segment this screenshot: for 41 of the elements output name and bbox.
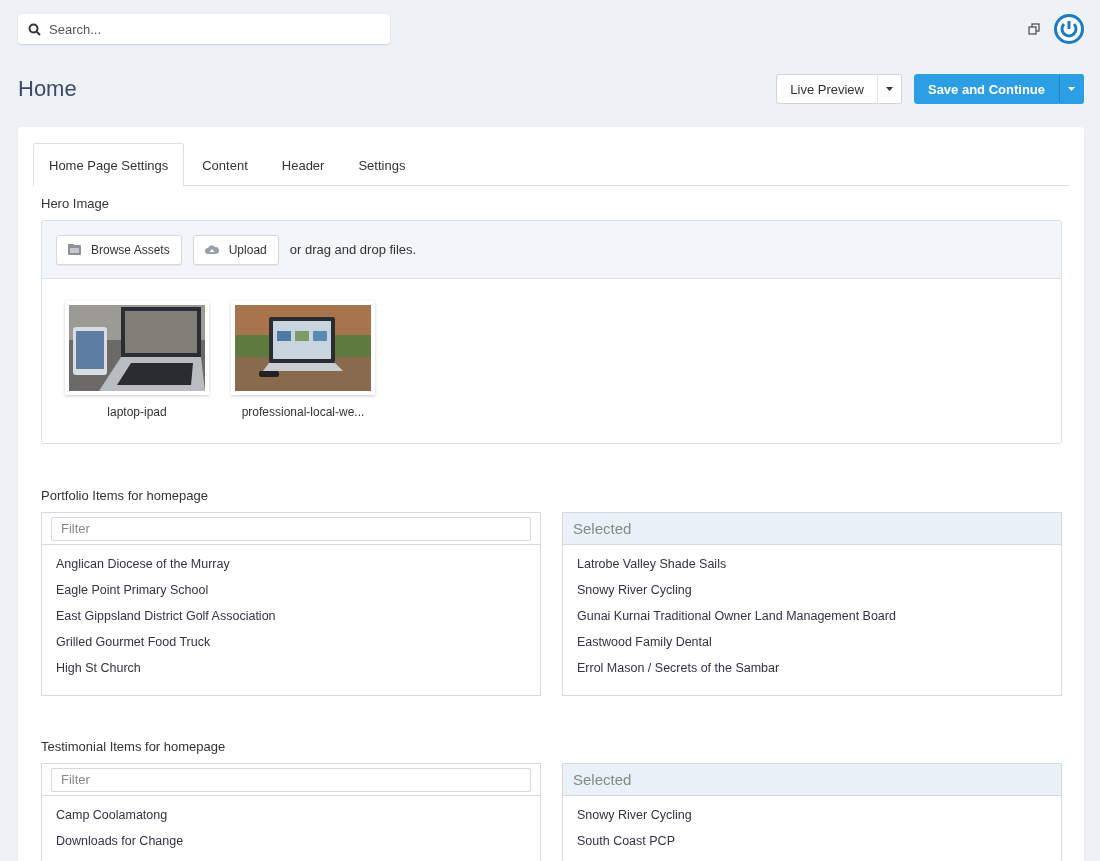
list-item[interactable]: Eastwood Family Dental — [563, 634, 1061, 660]
cloud-upload-icon — [204, 244, 219, 255]
list-item[interactable]: High St Church — [42, 660, 540, 686]
list-item[interactable]: Snowy River Cycling — [563, 582, 1061, 608]
power-icon[interactable] — [1054, 14, 1084, 44]
list-item[interactable]: Camp Coolamatong — [42, 807, 540, 833]
list-item[interactable]: Downloads for Change — [42, 833, 540, 859]
browse-button[interactable]: Browse Assets — [56, 234, 182, 265]
tab[interactable]: Content — [186, 143, 264, 186]
list-item[interactable]: Grilled Gourmet Food Truck — [42, 634, 540, 660]
list-item[interactable]: Latrobe Valley Shade Sails — [563, 556, 1061, 582]
section-label: Hero Image — [41, 196, 110, 211]
section-label: Testimonial Items for homepage — [41, 739, 227, 754]
windows-icon[interactable] — [1028, 23, 1040, 35]
caret-icon — [885, 87, 893, 91]
list-header: Selected — [572, 520, 633, 537]
list-item[interactable]: Gunai Kurnai Traditional Owner Land Management Board — [563, 608, 1061, 634]
section-label: Portfolio Items for homepage — [41, 488, 209, 503]
caret-icon — [1068, 87, 1075, 91]
list-item[interactable]: Snowy River Cycling — [563, 807, 1061, 833]
file-name: laptop-ipad — [107, 405, 167, 419]
preview-button[interactable]: Live Preview — [776, 74, 878, 104]
upload-hint: or drag and drop files. — [289, 242, 417, 257]
tab[interactable]: Header — [265, 143, 341, 186]
list-item[interactable]: Errol Mason / Secrets of the Sambar — [563, 660, 1061, 686]
dropdown-button[interactable] — [877, 74, 902, 104]
list-item[interactable]: Anglican Diocese of the Murray — [42, 556, 540, 582]
dropdown-button[interactable] — [1059, 74, 1084, 104]
page-title: Home — [18, 76, 77, 102]
tab[interactable]: Settings — [342, 143, 422, 186]
folder-icon — [68, 244, 81, 255]
file-name: professional-local-we... — [241, 405, 365, 419]
filter-field[interactable]: Filter — [51, 767, 531, 792]
list-header: Selected — [572, 771, 633, 788]
upload-button[interactable]: Upload — [192, 234, 279, 265]
list-item[interactable]: Eagle Point Primary School — [42, 582, 540, 608]
list-item[interactable]: East Gippsland District Golf Association — [42, 608, 540, 634]
search-field[interactable]: Search... — [18, 14, 390, 44]
tab[interactable]: Home Page Settings — [33, 143, 185, 186]
filter-field[interactable]: Filter — [51, 516, 531, 541]
list-item[interactable]: South Coast PCP — [563, 833, 1061, 859]
